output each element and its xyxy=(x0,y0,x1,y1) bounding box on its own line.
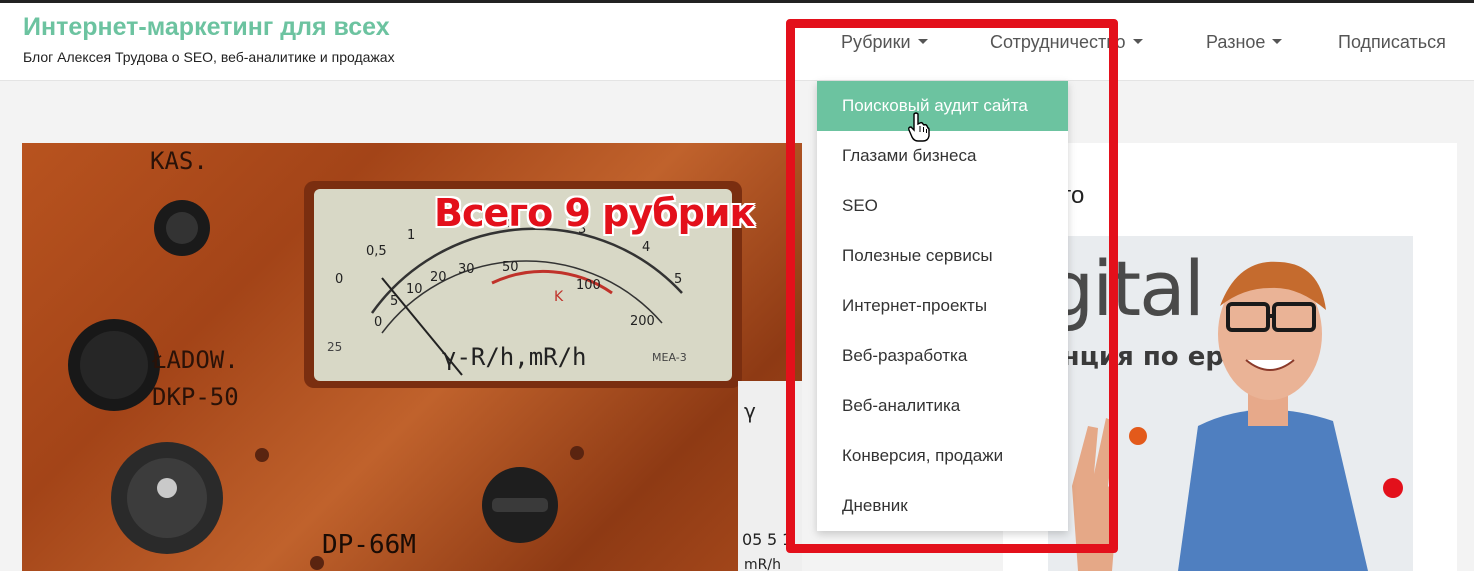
side-panel-greek: γ xyxy=(744,399,756,423)
scale-outer-tick: 5 xyxy=(674,272,682,287)
device-model-label: DP-66M xyxy=(322,530,416,560)
scale-outer-tick: 0,5 xyxy=(366,244,387,259)
scale-outer-tick: 4 xyxy=(642,240,650,255)
nav-item-subscribe[interactable]: Подписаться xyxy=(1338,32,1446,53)
site-header: Интернет-маркетинг для всех Блог Алексея… xyxy=(0,3,1474,81)
site-title[interactable]: Интернет-маркетинг для всех xyxy=(23,13,390,42)
annotation-caption: Всего 9 рубрик xyxy=(434,191,755,235)
sponsor-logo xyxy=(1383,478,1403,498)
nav-item-misc[interactable]: Разное xyxy=(1206,32,1283,53)
side-panel-digit: 05 xyxy=(742,530,762,549)
site-tagline: Блог Алексея Трудова о SEO, веб-аналитик… xyxy=(23,49,395,65)
scale-inner-tick: 200 xyxy=(630,314,655,329)
scale-inner-tick: 5 xyxy=(390,294,398,309)
author-shirt xyxy=(1178,409,1368,571)
caret-down-icon xyxy=(1132,38,1143,44)
knob-top-center xyxy=(166,212,198,244)
knob-bottom-slot xyxy=(492,498,548,512)
meter-code-label: MEA-3 xyxy=(652,351,687,364)
screw xyxy=(570,446,584,460)
side-panel-digit: 5 xyxy=(767,530,777,549)
device-brand-label: KAS. xyxy=(150,147,208,175)
hand-cursor-icon xyxy=(908,112,930,142)
scale-inner-tick: 10 xyxy=(406,282,423,297)
scale-outer-tick: 1 xyxy=(407,228,415,243)
hero-image[interactable]: KAS. ŁADOW. DKP-50 DP-66M γ-R/h,mR/h MEA… xyxy=(22,143,802,571)
device-maker-label-1: ŁADOW. xyxy=(151,346,239,374)
device-maker-label-2: DKP-50 xyxy=(152,383,239,411)
nav-item-label: Разное xyxy=(1206,32,1266,52)
knob-large-inner xyxy=(80,331,148,399)
side-panel-unit: mR/h xyxy=(744,557,781,571)
scale-inner-tick: 30 xyxy=(458,262,475,277)
meter-k-label: K xyxy=(554,289,564,305)
sponsor-logo xyxy=(1129,427,1147,445)
scale-inner-tick: 50 xyxy=(502,260,519,275)
screw xyxy=(255,448,269,462)
scale-inner-tick: 0 xyxy=(374,315,382,330)
scale-inner-tick: 100 xyxy=(576,278,601,293)
caret-down-icon xyxy=(1272,38,1283,44)
scale-inner-tick: 20 xyxy=(430,270,447,285)
connector-pin xyxy=(157,478,177,498)
meter-small-label: 25 xyxy=(327,340,342,354)
nav-item-label: Подписаться xyxy=(1338,32,1446,52)
meter-units-label: γ-R/h,mR/h xyxy=(442,343,587,371)
scale-outer-tick: 0 xyxy=(335,272,343,287)
annotation-highlight-box xyxy=(786,19,1118,553)
